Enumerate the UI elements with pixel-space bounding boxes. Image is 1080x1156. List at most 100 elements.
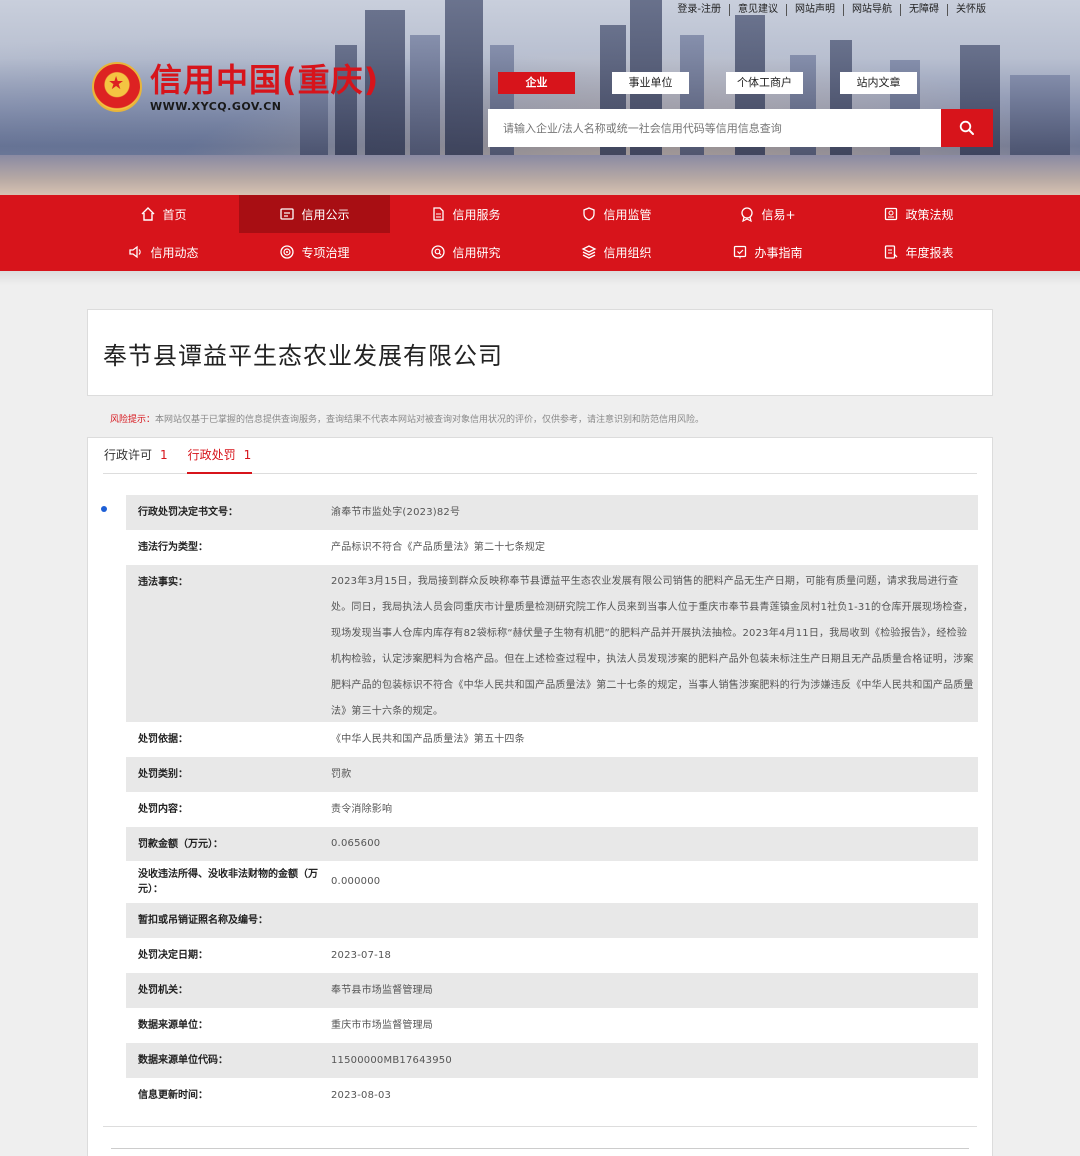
nav-annual-report[interactable]: 年度报表	[843, 233, 994, 271]
nav-policy[interactable]: 政策法规	[843, 195, 994, 233]
site-statement-link[interactable]: 网站声明	[787, 4, 844, 16]
river	[0, 155, 1080, 195]
detail-row: 处罚决定日期： 2023-07-18	[126, 938, 978, 973]
record-bullet-icon	[101, 506, 107, 512]
record-panel: 行政许可 1 行政处罚 1 行政处罚决定书文号： 渝奉节市监处字(2023)82号 …	[87, 437, 993, 1156]
nav-credit-service[interactable]: 信用服务	[390, 195, 541, 233]
detail-value: 渝奉节市监处字(2023)82号	[331, 506, 461, 518]
detail-value: 奉节县市场监督管理局	[331, 984, 433, 996]
tab-admin-license[interactable]: 行政许可 1	[103, 438, 169, 474]
speaker-icon	[129, 245, 142, 259]
report-icon	[885, 245, 898, 259]
nav-credit-research[interactable]: 信用研究	[390, 233, 541, 271]
nav-service-guide[interactable]: 办事指南	[692, 233, 843, 271]
nav-label: 专项治理	[301, 245, 350, 260]
accessibility-link[interactable]: 无障碍	[901, 4, 948, 16]
badge-icon	[741, 207, 754, 222]
detail-value: 2023-07-18	[331, 949, 392, 961]
detail-row: 违法行为类型： 产品标识不符合《产品质量法》第二十七条规定	[126, 530, 978, 565]
search-tab-individual-business[interactable]: 个体工商户	[726, 72, 803, 94]
detail-value: 2023年3月15日，我局接到群众反映称奉节县谭益平生态农业发展有限公司销售的肥…	[331, 576, 974, 717]
search-box	[488, 109, 993, 147]
search-input[interactable]	[488, 109, 941, 147]
tab-count: 1	[243, 448, 252, 462]
detail-key: 处罚机关：	[138, 985, 188, 996]
detail-key: 处罚依据：	[138, 734, 188, 745]
detail-row: 罚款金额（万元）： 0.065600	[126, 827, 978, 861]
search-button[interactable]	[941, 109, 993, 147]
nav-label: 信用服务	[452, 207, 501, 222]
nav-label: 办事指南	[754, 245, 803, 260]
search-type-tabs: 企业 事业单位 个体工商户 站内文章	[498, 72, 917, 94]
nav-label: 信易+	[761, 207, 796, 222]
detail-key: 违法行为类型：	[138, 542, 208, 553]
risk-label: 风险提示：	[110, 415, 156, 425]
divider	[103, 1126, 977, 1127]
site-url: WWW.XYCQ.GOV.CN	[150, 100, 282, 113]
nav-label: 信用组织	[603, 245, 652, 260]
detail-value: 2023-08-03	[331, 1089, 392, 1101]
nav-label: 年度报表	[905, 245, 954, 260]
login-register-link[interactable]: 登录-注册	[669, 4, 730, 16]
detail-value: 责令消除影响	[331, 803, 393, 815]
detail-row: 暂扣或吊销证照名称及编号：	[126, 903, 978, 938]
nav-credit-plus[interactable]: 信易+	[692, 195, 843, 233]
tab-count: 1	[160, 448, 168, 462]
detail-key: 罚款金额（万元）：	[138, 838, 223, 850]
detail-value: 产品标识不符合《产品质量法》第二十七条规定	[331, 541, 546, 553]
national-emblem-icon	[92, 62, 142, 112]
nav-credit-news[interactable]: 信用动态	[88, 233, 239, 271]
detail-value: 11500000MB17643950	[331, 1054, 452, 1066]
detail-row: 处罚内容： 责令消除影响	[126, 792, 978, 827]
care-mode-link[interactable]: 关怀版	[948, 4, 994, 16]
nav-credit-organization[interactable]: 信用组织	[541, 233, 692, 271]
law-icon	[885, 207, 898, 221]
search-tab-enterprise[interactable]: 企业	[498, 72, 575, 94]
home-icon	[141, 207, 155, 221]
site-nav-link[interactable]: 网站导航	[844, 4, 901, 16]
detail-value: 0.065600	[331, 838, 381, 849]
detail-key: 数据来源单位代码：	[138, 1055, 228, 1066]
nav-label: 信用公示	[301, 207, 350, 222]
penalty-details: 行政处罚决定书文号： 渝奉节市监处字(2023)82号 违法行为类型： 产品标识…	[126, 495, 978, 1113]
nav-special-governance[interactable]: 专项治理	[239, 233, 390, 271]
detail-row: 数据来源单位： 重庆市市场监督管理局	[126, 1008, 978, 1043]
detail-row: 没收违法所得、没收非法财物的金额（万元）： 0.000000	[126, 861, 978, 903]
detail-row: 违法事实： 2023年3月15日，我局接到群众反映称奉节县谭益平生态农业发展有限…	[126, 565, 978, 722]
risk-text: 本网站仅基于已掌握的信息提供查询服务，查询结果不代表本网站对被查询对象信用状况的…	[155, 415, 705, 425]
search-tab-public-institution[interactable]: 事业单位	[612, 72, 689, 94]
nav-credit-supervision[interactable]: 信用监管	[541, 195, 692, 233]
company-name: 奉节县谭益平生态农业发展有限公司	[103, 342, 503, 370]
detail-value: 重庆市市场监督管理局	[331, 1019, 433, 1031]
tab-label: 行政许可	[104, 448, 153, 462]
nav-label: 政策法规	[905, 207, 954, 222]
tab-label: 行政处罚	[187, 448, 236, 462]
site-logo[interactable]: 信用中国(重庆) WWW.XYCQ.GOV.CN	[92, 62, 379, 113]
detail-key: 处罚类别：	[138, 769, 188, 780]
header-banner: 登录-注册 意见建议 网站声明 网站导航 无障碍 关怀版 信用中国(重庆) WW…	[0, 0, 1080, 195]
detail-key: 违法事实：	[138, 577, 188, 588]
feedback-link[interactable]: 意见建议	[730, 4, 787, 16]
record-tabs: 行政许可 1 行政处罚 1	[103, 438, 977, 474]
top-links: 登录-注册 意见建议 网站声明 网站导航 无障碍 关怀版	[669, 4, 994, 16]
nav-home[interactable]: 首页	[88, 195, 239, 233]
site-title: 信用中国(重庆)	[150, 61, 380, 99]
tab-admin-penalty[interactable]: 行政处罚 1	[186, 438, 253, 474]
detail-value: 罚款	[331, 768, 352, 780]
detail-row: 信息更新时间： 2023-08-03	[126, 1078, 978, 1113]
detail-key: 暂扣或吊销证照名称及编号：	[138, 915, 268, 926]
detail-key: 没收违法所得、没收非法财物的金额（万元）：	[138, 869, 318, 895]
detail-value: 《中华人民共和国产品质量法》第五十四条	[331, 733, 525, 745]
detail-row: 处罚依据： 《中华人民共和国产品质量法》第五十四条	[126, 722, 978, 757]
company-card: 奉节县谭益平生态农业发展有限公司	[87, 309, 993, 396]
detail-key: 处罚内容：	[138, 804, 188, 815]
detail-key: 数据来源单位：	[138, 1020, 208, 1031]
document-icon	[433, 207, 445, 221]
detail-value: 0.000000	[331, 876, 381, 887]
nav-label: 信用监管	[603, 207, 652, 222]
detail-key: 行政处罚决定书文号：	[138, 507, 238, 518]
nav-credit-disclosure[interactable]: 信用公示	[239, 195, 390, 233]
search-icon	[959, 120, 974, 135]
divider	[111, 1148, 969, 1149]
search-tab-site-articles[interactable]: 站内文章	[840, 72, 917, 94]
